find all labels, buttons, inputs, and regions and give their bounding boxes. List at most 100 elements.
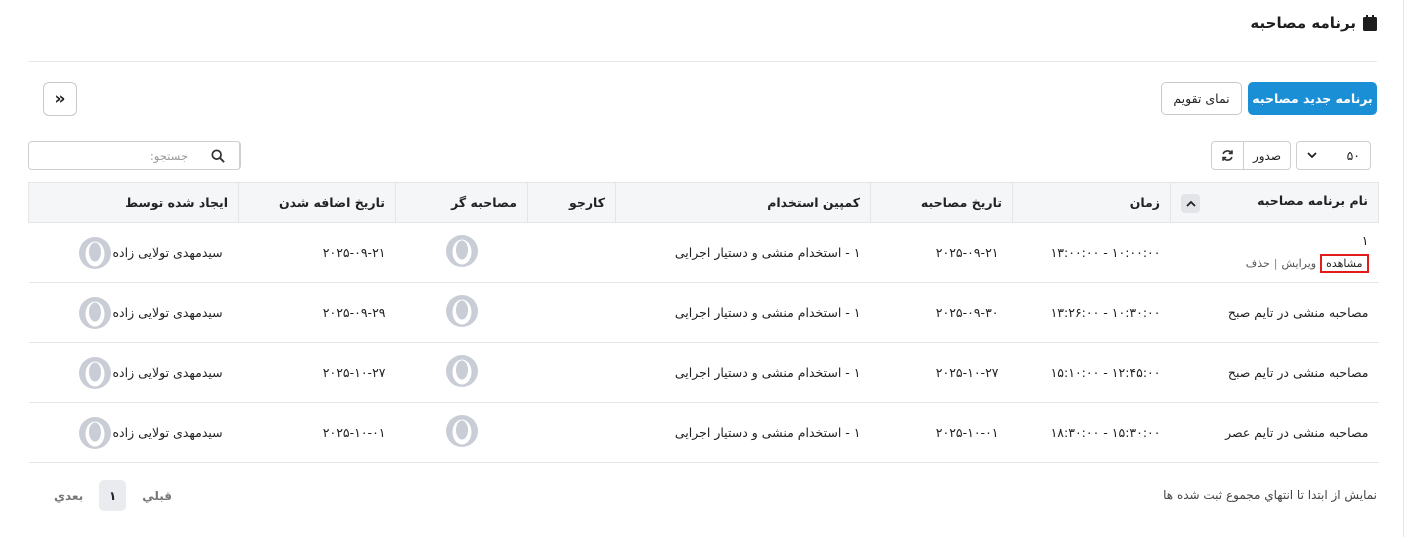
user-avatar-icon [445, 295, 478, 327]
view-link[interactable]: مشاهده [1320, 253, 1369, 273]
cell-interviewer [395, 342, 528, 403]
refresh-button[interactable] [1212, 142, 1243, 169]
pagination-prev[interactable]: قبلي [142, 489, 172, 503]
header-divider [28, 61, 1377, 62]
cell-jobseeker [527, 222, 616, 283]
cell-time: ۱۰:۳۰:۰۰ - ۱۳:۲۶:۰۰ [1012, 282, 1171, 343]
table-row: ۱ مشاهده ویرایش | حذف ۱۰:۰۰:۰۰ - ۱۳:۰۰:۰… [28, 222, 1379, 283]
actions-separator: | [1273, 256, 1278, 270]
delete-link[interactable]: حذف [1246, 257, 1270, 270]
interview-name-link[interactable]: مصاحبه منشی در تایم صبح [1181, 305, 1369, 320]
row-actions: مشاهده ویرایش | حذف [1181, 253, 1369, 273]
page-size-select[interactable]: ۵۰ [1296, 141, 1371, 170]
search-icon [210, 148, 225, 163]
cell-campaign: ۱ - استخدام منشی و دستیار اجرایی [615, 342, 871, 403]
cell-creator: سیدمهدی تولایی زاده [28, 282, 239, 343]
cell-added: ۲۰۲۵-۰۹-۲۱ [238, 222, 396, 283]
cell-name: مصاحبه منشی در تایم صبح [1170, 342, 1379, 403]
chevron-down-icon [1307, 152, 1317, 159]
creator-name: سیدمهدی تولایی زاده [112, 425, 223, 440]
header-time[interactable]: زمان [1012, 182, 1171, 223]
cell-interviewer [395, 402, 528, 463]
cell-campaign: ۱ - استخدام منشی و دستیار اجرایی [615, 222, 871, 283]
cell-creator: سیدمهدی تولایی زاده [28, 402, 239, 463]
user-avatar-icon [445, 355, 478, 387]
creator-profile[interactable]: سیدمهدی تولایی زاده [78, 236, 223, 269]
cell-jobseeker [527, 282, 616, 343]
page-header: برنامه مصاحبه [1250, 14, 1377, 32]
table-row: مصاحبه منشی در تایم عصر ۱۵:۳۰:۰۰ - ۱۸:۳۰… [28, 402, 1379, 463]
creator-profile[interactable]: سیدمهدی تولایی زاده [78, 296, 223, 329]
cell-date: ۲۰۲۵-۰۹-۲۱ [870, 222, 1013, 283]
header-name[interactable]: نام برنامه مصاحبه [1170, 182, 1379, 223]
pagination-next[interactable]: بعدي [54, 489, 83, 503]
search-button[interactable] [196, 142, 240, 169]
interview-name-link[interactable]: ۱ [1181, 233, 1369, 248]
cell-time: ۱۰:۰۰:۰۰ - ۱۳:۰۰:۰۰ [1012, 222, 1171, 283]
interview-schedule-page: برنامه مصاحبه برنامه جدید مصاحبه نمای تق… [0, 0, 1404, 537]
interviewer-avatar[interactable] [445, 415, 478, 447]
interviewer-avatar[interactable] [445, 295, 478, 327]
search-input[interactable] [29, 142, 196, 169]
search-box [28, 141, 241, 170]
calendar-icon [1363, 15, 1377, 31]
refresh-icon [1222, 150, 1233, 161]
cell-creator: سیدمهدی تولایی زاده [28, 222, 239, 283]
cell-interviewer [395, 222, 528, 283]
header-campaign[interactable]: کمپین استخدام [615, 182, 871, 223]
creator-name: سیدمهدی تولایی زاده [112, 365, 223, 380]
cell-name: مصاحبه منشی در تایم صبح [1170, 282, 1379, 343]
cell-jobseeker [527, 342, 616, 403]
user-avatar-icon [78, 416, 111, 449]
creator-name: سیدمهدی تولایی زاده [112, 305, 223, 320]
cell-added: ۲۰۲۵-۱۰-۰۱ [238, 402, 396, 463]
table-info-text: نمایش از ابتدا تا انتهاي مجموع ثبت شده ه… [1163, 488, 1377, 502]
creator-profile[interactable]: سیدمهدی تولایی زاده [78, 356, 223, 389]
cell-date: ۲۰۲۵-۰۹-۳۰ [870, 282, 1013, 343]
header-added[interactable]: تاریخ اضافه شدن [238, 182, 396, 223]
creator-name: سیدمهدی تولایی زاده [112, 245, 223, 260]
header-interviewer[interactable]: مصاحبه گر [395, 182, 528, 223]
creator-profile[interactable]: سیدمهدی تولایی زاده [78, 416, 223, 449]
interview-name-link[interactable]: مصاحبه منشی در تایم عصر [1181, 425, 1368, 440]
interviewer-avatar[interactable] [445, 355, 478, 387]
user-avatar-icon [445, 415, 478, 447]
edit-link[interactable]: ویرایش [1282, 257, 1317, 270]
calendar-view-button[interactable]: نمای تقویم [1161, 82, 1242, 115]
export-toolbar: صدور [1211, 141, 1291, 170]
cell-time: ۱۵:۳۰:۰۰ - ۱۸:۳۰:۰۰ [1012, 402, 1171, 463]
cell-name: مصاحبه منشی در تایم عصر [1170, 402, 1379, 463]
cell-interviewer [395, 282, 528, 343]
cell-jobseeker [527, 402, 616, 463]
user-avatar-icon [78, 296, 111, 329]
table-header-row: نام برنامه مصاحبه زمان تاریخ مصاحبه کمپی… [28, 182, 1379, 223]
user-avatar-icon [78, 236, 111, 269]
collapse-panel-button[interactable]: » [43, 82, 77, 116]
page-size-value: ۵۰ [1346, 148, 1360, 163]
sort-toggle-button[interactable] [1181, 193, 1200, 213]
cell-date: ۲۰۲۵-۱۰-۰۱ [870, 402, 1013, 463]
chevron-up-icon [1185, 200, 1196, 207]
interviewer-avatar[interactable] [445, 235, 478, 267]
page-title: برنامه مصاحبه [1250, 14, 1356, 32]
header-creator[interactable]: ایجاد شده توسط [28, 182, 239, 223]
header-jobseeker[interactable]: کارجو [527, 182, 616, 223]
interview-schedule-table: نام برنامه مصاحبه زمان تاریخ مصاحبه کمپی… [28, 182, 1379, 463]
pagination-current-page[interactable]: ۱ [99, 480, 127, 511]
new-interview-button[interactable]: برنامه جدید مصاحبه [1248, 82, 1377, 115]
cell-added: ۲۰۲۵-۰۹-۲۹ [238, 282, 396, 343]
table-row: مصاحبه منشی در تایم صبح ۱۲:۴۵:۰۰ - ۱۵:۱۰… [28, 342, 1379, 403]
cell-campaign: ۱ - استخدام منشی و دستیار اجرایی [615, 282, 871, 343]
pagination: بعدي ۱ قبلي [54, 480, 172, 511]
double-chevron-icon: » [54, 89, 66, 109]
user-avatar-icon [78, 356, 111, 389]
cell-added: ۲۰۲۵-۱۰-۲۷ [238, 342, 396, 403]
export-button[interactable]: صدور [1243, 142, 1290, 169]
interview-name-link[interactable]: مصاحبه منشی در تایم صبح [1181, 365, 1369, 380]
cell-creator: سیدمهدی تولایی زاده [28, 342, 239, 403]
cell-date: ۲۰۲۵-۱۰-۲۷ [870, 342, 1013, 403]
cell-campaign: ۱ - استخدام منشی و دستیار اجرایی [615, 402, 871, 463]
user-avatar-icon [445, 235, 478, 267]
header-date[interactable]: تاریخ مصاحبه [870, 182, 1013, 223]
cell-time: ۱۲:۴۵:۰۰ - ۱۵:۱۰:۰۰ [1012, 342, 1171, 403]
